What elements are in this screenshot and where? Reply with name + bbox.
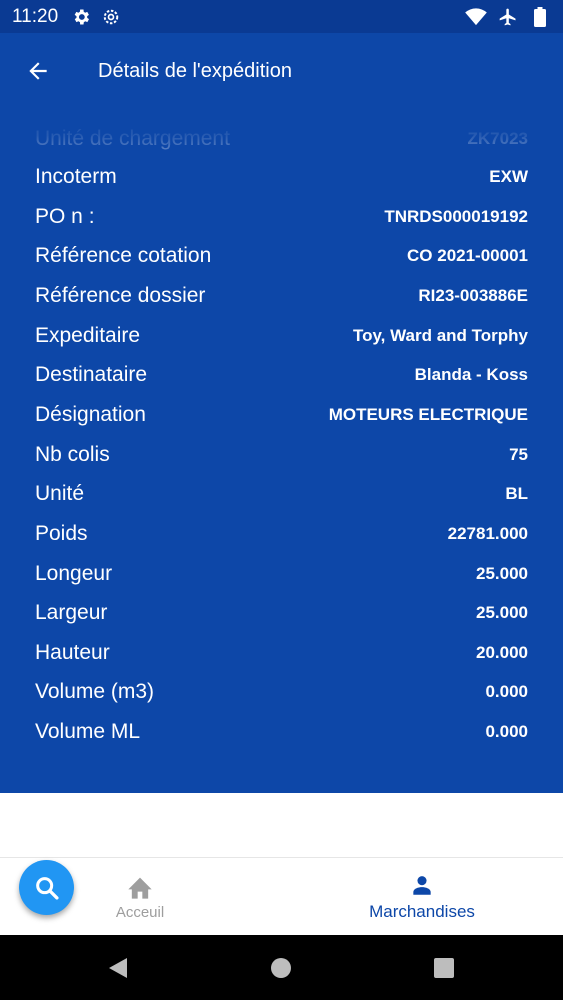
detail-value: 20.000: [476, 643, 528, 662]
home-icon: [128, 877, 152, 899]
detail-value: CO 2021-00001: [407, 246, 528, 265]
nav-item-goods[interactable]: Marchandises: [342, 858, 502, 936]
settings-gear-icon: [70, 6, 92, 28]
status-time: 11:20: [12, 5, 59, 27]
page-title: Détails de l'expédition: [98, 59, 292, 82]
detail-label: Unité de chargement: [35, 127, 230, 150]
detail-label: Poids: [35, 522, 88, 545]
detail-value: 75: [509, 445, 528, 464]
home-circle-icon: [271, 958, 291, 978]
system-navigation-bar: [0, 935, 563, 1000]
arrow-back-icon: [29, 62, 47, 80]
system-home-button[interactable]: [268, 955, 294, 981]
detail-label: Incoterm: [35, 165, 117, 188]
detail-label: PO n :: [35, 205, 95, 228]
detail-value: RI23-003886E: [418, 286, 528, 305]
detail-label: Expeditaire: [35, 324, 141, 347]
detail-row-length: Longeur 25.000: [35, 554, 528, 594]
detail-value: 0.000: [485, 682, 528, 701]
app-bar: Détails de l'expédition: [0, 33, 563, 109]
detail-row-volume-m3: Volume (m3) 0.000: [35, 672, 528, 712]
detail-row-incoterm: Incoterm EXW: [35, 157, 528, 197]
detail-row-sender: Expeditaire Toy, Ward and Torphy: [35, 316, 528, 356]
detail-value: EXW: [489, 167, 528, 186]
detail-row-quote-ref: Référence cotation CO 2021-00001: [35, 236, 528, 276]
back-button[interactable]: [0, 33, 76, 109]
detail-label: Volume ML: [35, 720, 141, 743]
detail-row-recipient: Destinataire Blanda - Koss: [35, 355, 528, 395]
wifi-icon: [465, 6, 487, 28]
detail-label: Désignation: [35, 403, 146, 426]
search-button[interactable]: [19, 860, 74, 915]
person-icon: [413, 876, 431, 895]
detail-value: Toy, Ward and Torphy: [352, 326, 528, 345]
detail-label: Hauteur: [35, 641, 110, 664]
battery-icon: [529, 6, 551, 28]
detail-value: MOTEURS ELECTRIQUE: [328, 405, 528, 424]
detail-row-volume-ml: Volume ML 0.000: [35, 712, 528, 752]
detail-value: BL: [505, 484, 528, 503]
detail-value: 25.000: [476, 603, 528, 622]
detail-label: Longeur: [35, 562, 113, 585]
detail-value: ZK7023: [467, 129, 528, 148]
detail-label: Nb colis: [35, 443, 110, 466]
search-icon: [35, 876, 59, 900]
detail-label: Volume (m3): [35, 680, 155, 703]
detail-label: Référence cotation: [35, 244, 212, 267]
status-right-icons: [455, 6, 551, 28]
shipment-details-panel[interactable]: Unité de chargement ZK7023 Incoterm EXW …: [0, 109, 563, 793]
detail-row-designation: Désignation MOTEURS ELECTRIQUE: [35, 395, 528, 435]
detail-label: Destinataire: [35, 363, 148, 386]
detail-row-unit: Unité BL: [35, 474, 528, 514]
detail-value: 25.000: [476, 564, 528, 583]
detail-value: Blanda - Koss: [414, 365, 528, 384]
nav-label-goods: Marchandises: [369, 902, 475, 921]
nav-item-home[interactable]: Acceuil: [80, 858, 200, 936]
detail-value: 0.000: [485, 722, 528, 741]
settings-cog-icon: [100, 6, 122, 28]
back-triangle-icon: [109, 958, 127, 978]
detail-value: 22781.000: [447, 524, 528, 543]
detail-row-height: Hauteur 20.000: [35, 633, 528, 673]
detail-value: TNRDS000019192: [384, 207, 528, 226]
bottom-navigation: Acceuil Marchandises: [0, 857, 563, 935]
detail-label: Largeur: [35, 601, 108, 624]
airplane-icon: [497, 6, 519, 28]
detail-row-package-count: Nb colis 75: [35, 435, 528, 475]
nav-label-home: Acceuil: [115, 903, 165, 921]
detail-row-file-ref: Référence dossier RI23-003886E: [35, 276, 528, 316]
status-bar: 11:20: [0, 0, 563, 33]
detail-row-po: PO n : TNRDS000019192: [35, 197, 528, 237]
detail-row-width: Largeur 25.000: [35, 593, 528, 633]
detail-label: Référence dossier: [35, 284, 206, 307]
detail-row-partial: Unité de chargement ZK7023: [35, 119, 528, 159]
detail-row-weight: Poids 22781.000: [35, 514, 528, 554]
detail-label: Unité: [35, 482, 85, 505]
system-recents-button[interactable]: [431, 955, 457, 981]
recents-square-icon: [434, 958, 454, 978]
system-back-button[interactable]: [105, 955, 131, 981]
